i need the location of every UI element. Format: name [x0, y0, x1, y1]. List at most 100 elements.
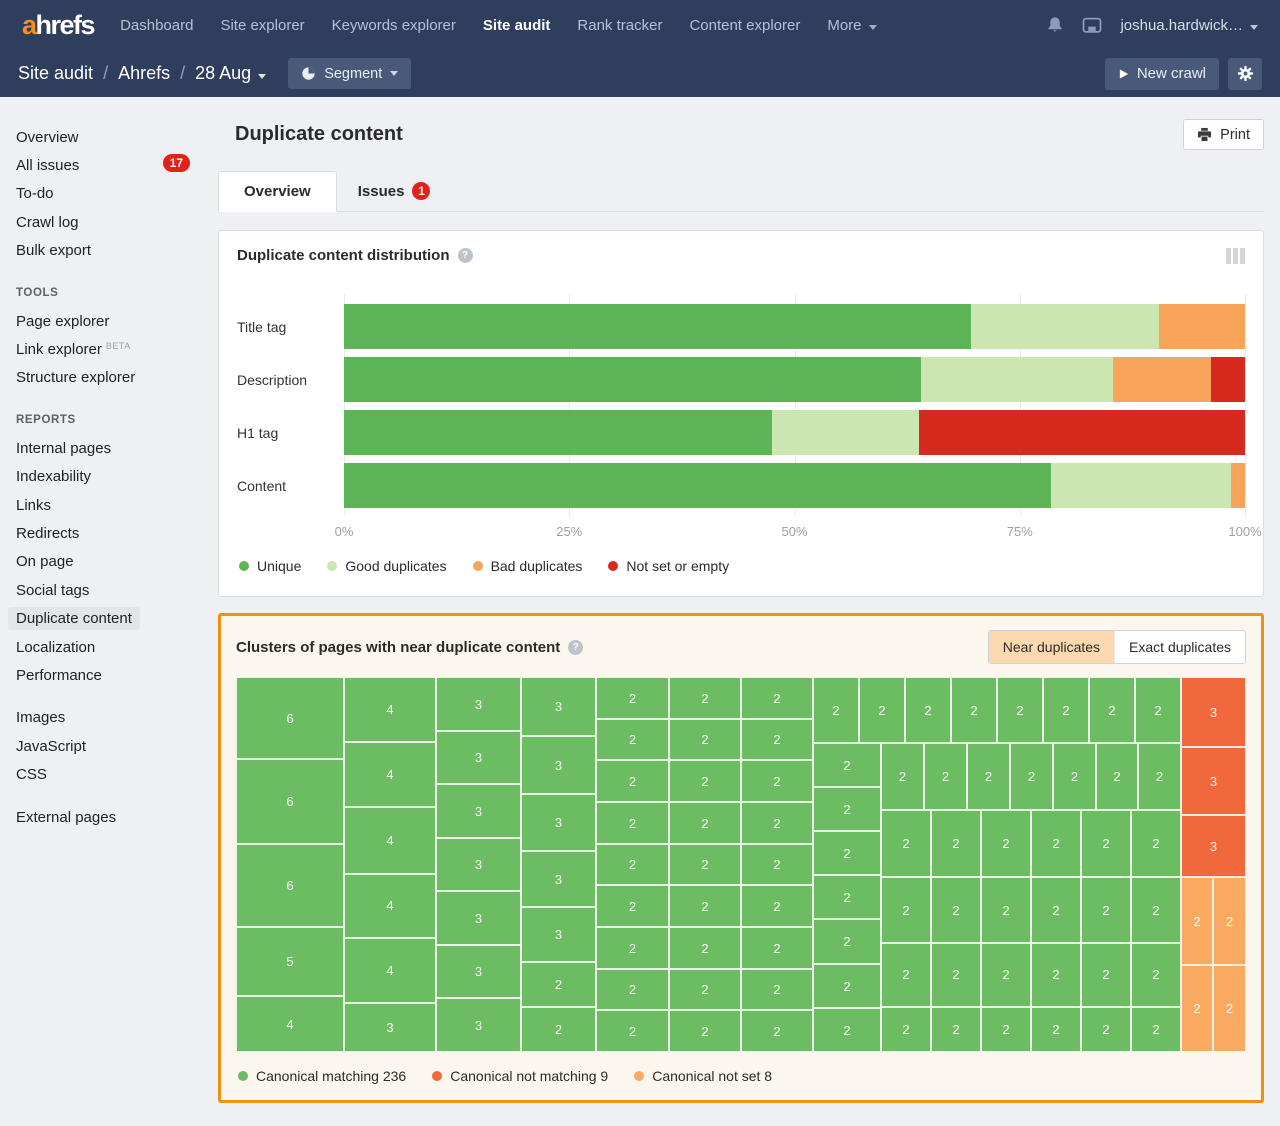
- treemap-cell[interactable]: 2: [596, 1010, 669, 1052]
- treemap-cell[interactable]: 2: [669, 885, 741, 927]
- treemap-cell[interactable]: 2: [1131, 810, 1181, 877]
- legend-not-set-or-empty[interactable]: Not set or empty: [608, 558, 729, 574]
- treemap-cell[interactable]: 2: [1181, 965, 1213, 1052]
- treemap-cell[interactable]: 2: [981, 943, 1031, 1007]
- treemap-cell[interactable]: 2: [669, 760, 741, 802]
- treemap-cell[interactable]: 2: [1010, 743, 1053, 810]
- bar-segment-unique[interactable]: [344, 357, 921, 402]
- treemap-cell[interactable]: 2: [596, 677, 669, 719]
- legend-canonical-matching[interactable]: Canonical matching 236: [238, 1068, 406, 1084]
- legend-good-duplicates[interactable]: Good duplicates: [327, 558, 446, 574]
- treemap-cell[interactable]: 3: [521, 736, 596, 794]
- bar-segment-good-duplicates[interactable]: [1051, 463, 1231, 508]
- new-crawl-button[interactable]: New crawl: [1105, 58, 1219, 90]
- tab-issues[interactable]: Issues1: [337, 171, 452, 211]
- columns-icon[interactable]: [1226, 248, 1245, 264]
- sidebar-item-links[interactable]: Links: [16, 491, 218, 519]
- treemap-cell[interactable]: 2: [596, 927, 669, 969]
- treemap-cell[interactable]: 2: [905, 677, 951, 743]
- sidebar-item-all-issues[interactable]: All issues17: [16, 151, 218, 179]
- treemap-cell[interactable]: 2: [981, 810, 1031, 877]
- treemap-cell[interactable]: 2: [813, 787, 881, 831]
- treemap-cell[interactable]: 2: [741, 844, 813, 885]
- treemap-cell[interactable]: 4: [344, 807, 436, 874]
- treemap-cell[interactable]: 2: [1138, 743, 1181, 810]
- breadcrumb-site-audit[interactable]: Site audit: [18, 63, 93, 84]
- sidebar-item-css[interactable]: CSS: [16, 760, 218, 788]
- treemap-cell[interactable]: 2: [1053, 743, 1096, 810]
- segment-button[interactable]: Segment: [288, 58, 411, 89]
- treemap-cell[interactable]: 2: [1081, 943, 1131, 1007]
- treemap-cell[interactable]: 3: [436, 731, 521, 784]
- treemap-cell[interactable]: 2: [521, 1007, 596, 1052]
- treemap-cell[interactable]: 3: [436, 677, 521, 731]
- bar-segment-good-duplicates[interactable]: [921, 357, 1114, 402]
- bar-segment-good-duplicates[interactable]: [772, 410, 919, 455]
- treemap-cell[interactable]: 2: [1031, 1007, 1081, 1052]
- nav-rank-tracker[interactable]: Rank tracker: [577, 17, 662, 34]
- legend-bad-duplicates[interactable]: Bad duplicates: [473, 558, 583, 574]
- treemap-cell[interactable]: 2: [741, 927, 813, 969]
- treemap-cell[interactable]: 2: [859, 677, 905, 743]
- treemap-cell[interactable]: 2: [521, 962, 596, 1007]
- treemap-cell[interactable]: 2: [931, 1007, 981, 1052]
- sidebar-item-performance[interactable]: Performance: [16, 661, 218, 689]
- treemap-cell[interactable]: 2: [981, 1007, 1031, 1052]
- sidebar-item-structure-explorer[interactable]: Structure explorer: [16, 364, 218, 392]
- treemap-cell[interactable]: 2: [1031, 877, 1081, 943]
- treemap-cell[interactable]: 2: [669, 927, 741, 969]
- treemap-cell[interactable]: 2: [931, 810, 981, 877]
- treemap-cell[interactable]: 2: [813, 677, 859, 743]
- toggle-near-duplicates[interactable]: Near duplicates: [989, 631, 1114, 663]
- breadcrumb-28-aug[interactable]: 28 Aug: [195, 63, 266, 84]
- treemap-cell[interactable]: 2: [931, 877, 981, 943]
- treemap-cell[interactable]: 2: [924, 743, 967, 810]
- sidebar-item-overview[interactable]: Overview: [16, 123, 218, 151]
- treemap-cell[interactable]: 2: [1031, 943, 1081, 1007]
- sidebar-item-on-page[interactable]: On page: [16, 548, 218, 576]
- treemap-cell[interactable]: 2: [1031, 810, 1081, 877]
- treemap-cell[interactable]: 3: [436, 784, 521, 838]
- tab-overview[interactable]: Overview: [218, 171, 337, 212]
- treemap-cell[interactable]: 3: [436, 891, 521, 945]
- bar-segment-not-set-or-empty[interactable]: [919, 410, 1245, 455]
- treemap-cell[interactable]: 2: [669, 802, 741, 844]
- nav-site-explorer[interactable]: Site explorer: [220, 17, 304, 34]
- sidebar-item-social-tags[interactable]: Social tags: [16, 576, 218, 604]
- monitor-icon[interactable]: [1082, 17, 1102, 34]
- user-menu[interactable]: joshua.hardwick…: [1120, 17, 1258, 34]
- sidebar-item-internal-pages[interactable]: Internal pages: [16, 434, 218, 462]
- treemap-cell[interactable]: 2: [669, 844, 741, 885]
- nav-dashboard[interactable]: Dashboard: [120, 17, 193, 34]
- sidebar-item-images[interactable]: Images: [16, 704, 218, 732]
- treemap-cell[interactable]: 3: [1181, 677, 1246, 747]
- toggle-exact-duplicates[interactable]: Exact duplicates: [1114, 631, 1245, 663]
- treemap-cell[interactable]: 3: [521, 677, 596, 736]
- treemap-cell[interactable]: 2: [741, 885, 813, 927]
- sidebar-item-link-explorer[interactable]: Link explorerBETA: [16, 335, 218, 363]
- treemap-cell[interactable]: 2: [981, 877, 1031, 943]
- treemap-cell[interactable]: 2: [813, 919, 881, 964]
- treemap-cell[interactable]: 2: [1043, 677, 1089, 743]
- treemap-cell[interactable]: 2: [1096, 743, 1138, 810]
- treemap-cell[interactable]: 2: [596, 760, 669, 802]
- treemap-cell[interactable]: 2: [1081, 877, 1131, 943]
- treemap-cell[interactable]: 2: [931, 943, 981, 1007]
- sidebar-item-crawl-log[interactable]: Crawl log: [16, 208, 218, 236]
- treemap-cell[interactable]: 2: [1181, 877, 1213, 965]
- treemap-cell[interactable]: 2: [669, 677, 741, 719]
- treemap-cell[interactable]: 2: [741, 760, 813, 802]
- treemap-cell[interactable]: 2: [813, 1008, 881, 1052]
- treemap-cell[interactable]: 2: [813, 743, 881, 787]
- treemap-cell[interactable]: 6: [236, 844, 344, 927]
- bar-segment-unique[interactable]: [344, 304, 971, 349]
- sidebar-item-bulk-export[interactable]: Bulk export: [16, 237, 218, 265]
- treemap-cell[interactable]: 2: [1131, 877, 1181, 943]
- treemap-cell[interactable]: 3: [344, 1003, 436, 1052]
- treemap-cell[interactable]: 2: [669, 969, 741, 1010]
- treemap-cell[interactable]: 2: [1213, 877, 1246, 965]
- bar-segment-bad-duplicates[interactable]: [1231, 463, 1245, 508]
- bell-icon[interactable]: [1046, 16, 1064, 34]
- breadcrumb-ahrefs[interactable]: Ahrefs: [118, 63, 170, 84]
- treemap-cell[interactable]: 3: [436, 945, 521, 998]
